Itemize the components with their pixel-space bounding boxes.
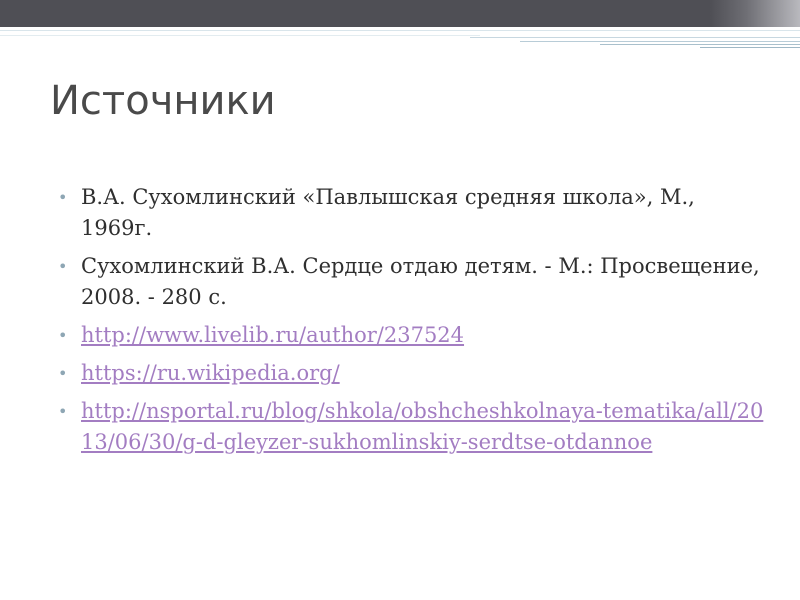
top-decorative-bar	[0, 0, 800, 27]
source-text: Сухомлинский В.А. Сердце отдаю детям. - …	[81, 254, 760, 309]
accent-lines-band	[0, 27, 800, 53]
list-item: • http://nsportal.ru/blog/shkola/obshche…	[58, 396, 768, 458]
bullet-icon: •	[58, 402, 68, 421]
bullet-icon: •	[58, 188, 68, 207]
source-link[interactable]: https://ru.wikipedia.org/	[81, 361, 340, 385]
bullet-icon: •	[58, 364, 68, 383]
source-link[interactable]: http://www.livelib.ru/author/237524	[81, 323, 464, 347]
accent-line	[0, 35, 480, 36]
accent-line	[470, 37, 800, 38]
page-title: Источники	[50, 78, 276, 124]
slide: Источники • В.А. Сухомлинский «Павлышска…	[0, 0, 800, 600]
bullet-icon: •	[58, 326, 68, 345]
accent-line	[0, 30, 800, 31]
list-item: • В.А. Сухомлинский «Павлышская средняя …	[58, 182, 768, 244]
list-item: • https://ru.wikipedia.org/	[58, 358, 768, 389]
list-item: • http://www.livelib.ru/author/237524	[58, 320, 768, 351]
source-text: В.А. Сухомлинский «Павлышская средняя шк…	[81, 185, 695, 240]
accent-line	[700, 47, 800, 48]
top-bar-highlight	[710, 0, 800, 27]
bullet-icon: •	[58, 257, 68, 276]
accent-line	[520, 41, 800, 42]
sources-list: • В.А. Сухомлинский «Павлышская средняя …	[58, 182, 768, 465]
source-link[interactable]: http://nsportal.ru/blog/shkola/obshchesh…	[81, 399, 763, 454]
accent-line	[600, 44, 800, 45]
list-item: • Сухомлинский В.А. Сердце отдаю детям. …	[58, 251, 768, 313]
